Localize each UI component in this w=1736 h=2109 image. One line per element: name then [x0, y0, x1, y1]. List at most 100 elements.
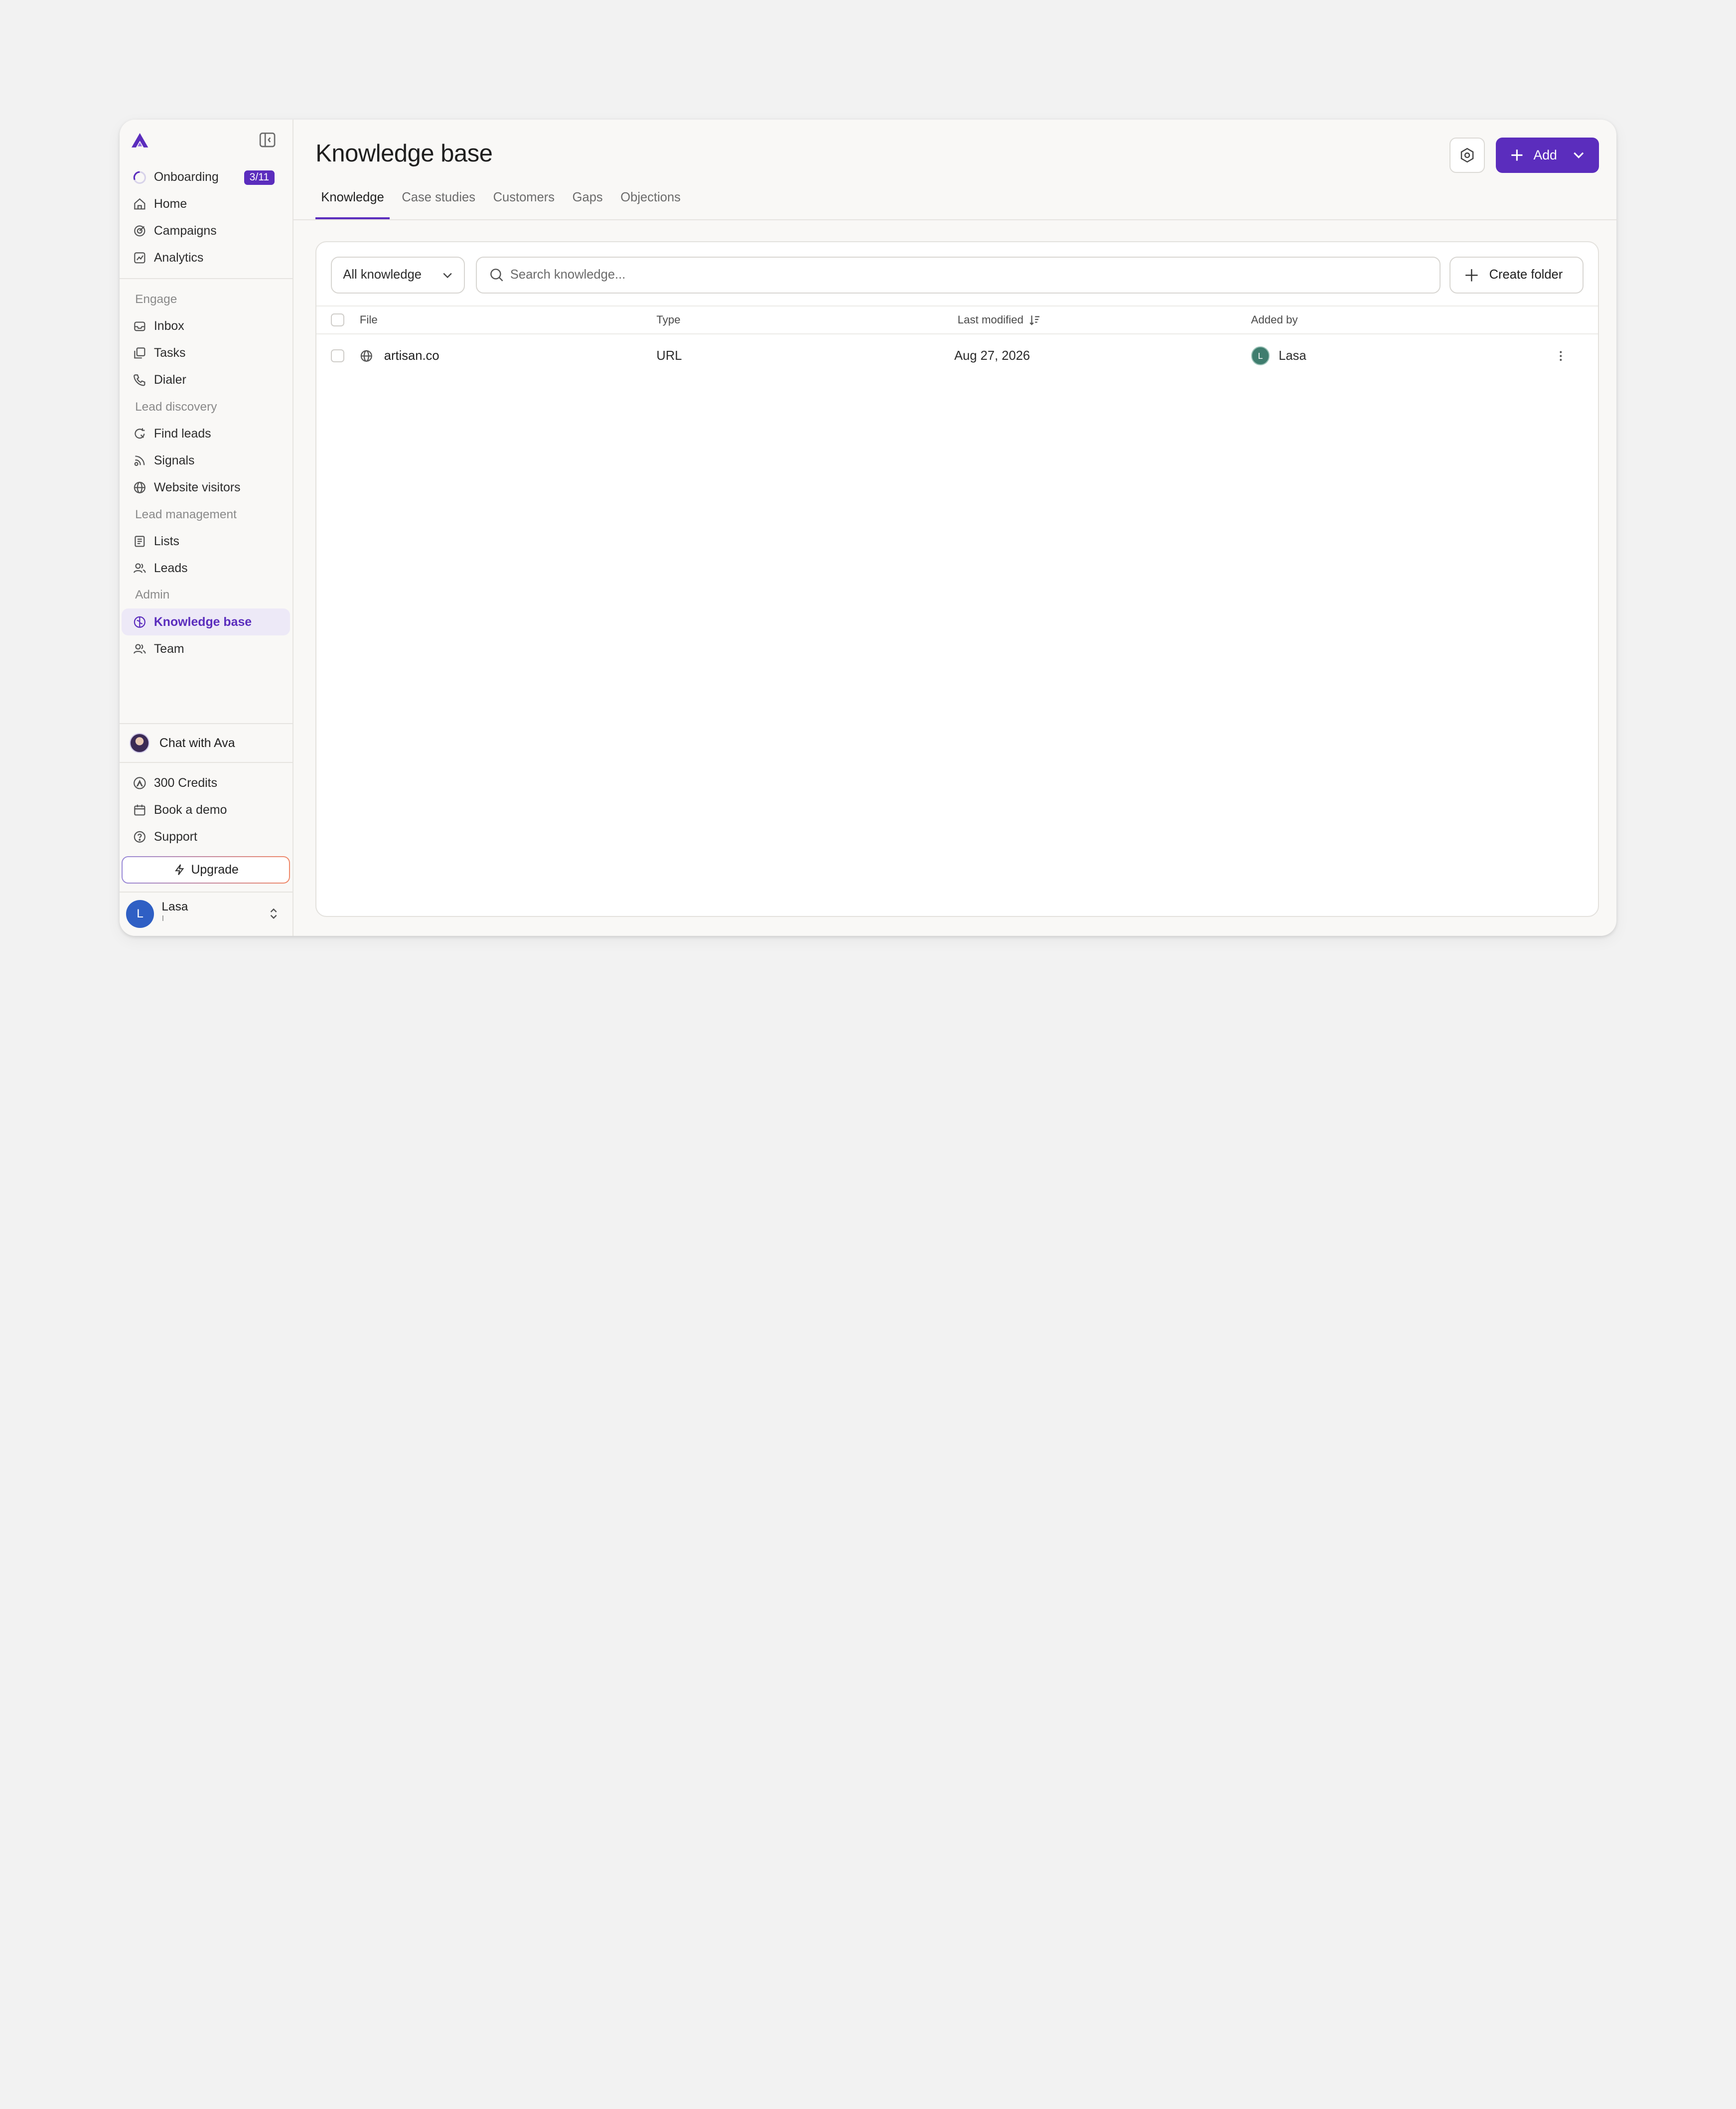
sidebar-item-team[interactable]: Team — [122, 635, 290, 662]
user-subtitle: L... — [161, 914, 176, 921]
main-content: Knowledge base Add Knowledge Case studie… — [293, 120, 1617, 936]
sidebar-item-campaigns[interactable]: Campaigns — [122, 218, 290, 245]
sidebar-item-leads[interactable]: Leads — [122, 555, 290, 582]
users-icon — [133, 562, 146, 575]
chart-icon — [133, 251, 146, 265]
sidebar-item-label: Inbox — [153, 319, 184, 333]
sidebar-item-dialer[interactable]: Dialer — [122, 367, 290, 394]
tab-divider — [293, 219, 1617, 221]
refresh-search-icon — [133, 427, 146, 441]
tasks-icon — [133, 346, 146, 360]
tab-case-studies[interactable]: Case studies — [396, 190, 481, 219]
sidebar-item-onboarding[interactable]: Onboarding 3/11 — [122, 164, 290, 191]
ava-avatar — [129, 733, 149, 753]
credits-icon — [133, 776, 146, 790]
column-header-type[interactable]: Type — [656, 306, 680, 333]
team-icon — [133, 642, 146, 656]
column-header-last-modified[interactable]: Last modified — [958, 306, 1040, 333]
tab-knowledge[interactable]: Knowledge — [315, 190, 390, 219]
artisan-logo-icon[interactable] — [132, 133, 148, 148]
knowledge-filter-select[interactable]: All knowledge — [331, 257, 465, 294]
sidebar-item-analytics[interactable]: Analytics — [122, 245, 290, 272]
phone-icon — [133, 373, 146, 387]
plus-icon — [1511, 149, 1523, 161]
chevron-down-icon — [1574, 152, 1584, 158]
sidebar-item-home[interactable]: Home — [122, 191, 290, 218]
home-icon — [133, 197, 146, 211]
sidebar-item-label: Lists — [153, 534, 179, 548]
more-vertical-icon — [1560, 351, 1562, 361]
sidebar-item-label: Home — [153, 197, 187, 211]
column-header-added-by[interactable]: Added by — [1251, 306, 1298, 333]
avatar: L — [1251, 346, 1270, 365]
sidebar-item-label: Find leads — [153, 427, 211, 441]
gear-icon — [1460, 148, 1473, 162]
tab-customers[interactable]: Customers — [487, 190, 560, 219]
toolbar: All knowledge Create folder — [316, 242, 1598, 307]
sidebar-item-website-visitors[interactable]: Website visitors — [122, 474, 290, 501]
search-icon — [490, 269, 503, 282]
upgrade-button[interactable]: Upgrade — [122, 856, 290, 884]
chat-with-ava-button[interactable]: Chat with Ava — [119, 723, 292, 763]
column-header-file[interactable]: File — [360, 306, 378, 333]
sidebar-item-inbox[interactable]: Inbox — [122, 313, 290, 340]
chat-label: Chat with Ava — [159, 736, 235, 750]
sidebar-item-label: 300 Credits — [153, 776, 218, 790]
sidebar-item-label: Campaigns — [153, 224, 217, 238]
lightning-icon — [174, 864, 184, 876]
sidebar-item-tasks[interactable]: Tasks — [122, 340, 290, 367]
sidebar-item-lists[interactable]: Lists — [122, 528, 290, 555]
sidebar-item-knowledge-base[interactable]: Knowledge base — [122, 608, 290, 636]
user-name: Lasa — [161, 900, 188, 914]
sidebar-item-credits[interactable]: 300 Credits — [122, 770, 290, 797]
secondary-nav: Engage Inbox Tasks Dialer Lead discovery — [120, 286, 292, 663]
search-box[interactable] — [476, 257, 1441, 294]
table-header: File Type Last modified Added by — [316, 306, 1598, 334]
filter-value: All knowledge — [343, 268, 422, 282]
row-actions-button[interactable] — [1554, 334, 1568, 378]
row-checkbox[interactable] — [331, 349, 344, 363]
sidebar-item-label: Leads — [153, 561, 188, 575]
app-window: Onboarding 3/11 Home Campaigns Analytics… — [119, 119, 1617, 936]
upgrade-label: Upgrade — [191, 862, 239, 877]
globe-icon — [360, 350, 372, 362]
section-lead-discovery: Lead discovery — [135, 400, 217, 414]
file-name[interactable]: artisan.co — [384, 349, 439, 363]
sidebar-collapse-icon[interactable] — [259, 132, 276, 148]
sidebar-item-label: Analytics — [153, 251, 204, 265]
bottom-nav: 300 Credits Book a demo Support — [120, 763, 292, 850]
search-input[interactable] — [510, 268, 1396, 283]
tab-gaps[interactable]: Gaps — [567, 190, 608, 219]
create-folder-button[interactable]: Create folder — [1449, 257, 1584, 294]
sidebar-header — [120, 120, 292, 164]
file-type: URL — [656, 348, 682, 363]
signal-icon — [133, 454, 146, 467]
help-icon — [133, 830, 146, 844]
inbox-icon — [133, 319, 146, 333]
sidebar-item-find-leads[interactable]: Find leads — [122, 421, 290, 448]
brain-icon — [133, 615, 146, 629]
chevron-updown-icon — [270, 908, 277, 919]
sidebar-item-support[interactable]: Support — [122, 824, 290, 851]
last-modified: Aug 27, 2026 — [954, 348, 1030, 363]
tab-objections[interactable]: Objections — [615, 190, 686, 219]
section-engage: Engage — [135, 292, 177, 306]
select-all-checkbox[interactable] — [331, 313, 344, 327]
add-button[interactable]: Add — [1495, 137, 1599, 173]
sidebar: Onboarding 3/11 Home Campaigns Analytics… — [119, 119, 293, 936]
user-menu[interactable]: L Lasa L... — [119, 891, 292, 936]
avatar: L — [126, 900, 154, 928]
primary-nav: Onboarding 3/11 Home Campaigns Analytics — [120, 164, 292, 272]
sidebar-item-label: Tasks — [153, 346, 186, 360]
sidebar-item-book-demo[interactable]: Book a demo — [122, 797, 290, 824]
column-label: Last modified — [957, 313, 1023, 326]
settings-button[interactable] — [1449, 137, 1485, 173]
sidebar-item-label: Support — [153, 830, 197, 844]
tab-bar: Knowledge Case studies Customers Gaps Ob… — [315, 190, 693, 219]
create-folder-label: Create folder — [1489, 268, 1563, 282]
sidebar-item-signals[interactable]: Signals — [122, 448, 290, 474]
table-row[interactable]: artisan.co URL Aug 27, 2026 L Lasa — [316, 334, 1597, 378]
added-by: Lasa — [1279, 348, 1306, 363]
globe-icon — [133, 481, 146, 494]
section-admin: Admin — [135, 588, 170, 602]
